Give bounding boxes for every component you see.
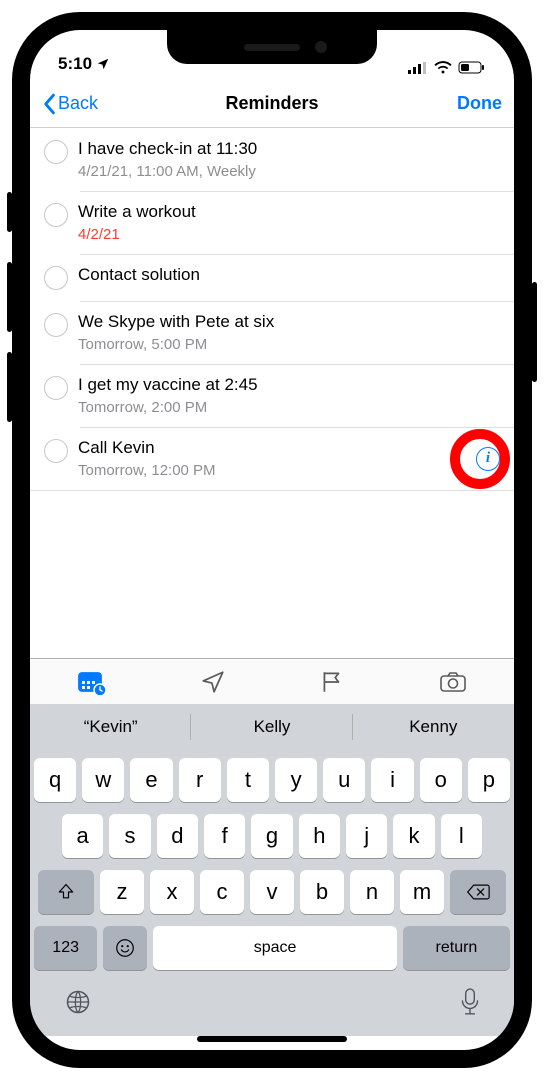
reminder-row[interactable]: I get my vaccine at 2:45 Tomorrow, 2:00 …: [30, 364, 514, 427]
key-v[interactable]: v: [250, 870, 294, 914]
shift-key[interactable]: [38, 870, 94, 914]
battery-icon: [458, 61, 486, 74]
key-m[interactable]: m: [400, 870, 444, 914]
key-w[interactable]: w: [82, 758, 124, 802]
notch: [167, 30, 377, 64]
reminder-row[interactable]: Call Kevin Tomorrow, 12:00 PM i: [30, 427, 514, 490]
cellular-signal-icon: [408, 62, 428, 74]
shift-icon: [56, 882, 76, 902]
backspace-icon: [466, 883, 490, 901]
reminder-subtitle: Tomorrow, 5:00 PM: [78, 336, 500, 353]
key-y[interactable]: y: [275, 758, 317, 802]
numbers-key[interactable]: 123: [34, 926, 97, 970]
suggestion[interactable]: Kenny: [353, 704, 514, 750]
complete-toggle[interactable]: [44, 140, 68, 164]
key-j[interactable]: j: [346, 814, 387, 858]
volume-down-button: [7, 352, 12, 422]
key-x[interactable]: x: [150, 870, 194, 914]
nav-bar: Back Reminders Done: [30, 80, 514, 128]
reminder-subtitle: Tomorrow, 12:00 PM: [78, 462, 466, 479]
key-o[interactable]: o: [420, 758, 462, 802]
chevron-left-icon: [42, 93, 56, 115]
reminder-title: I have check-in at 11:30: [78, 139, 500, 159]
location-arrow-icon: [96, 57, 110, 71]
page-title: Reminders: [30, 93, 514, 114]
flag-icon[interactable]: [319, 669, 345, 695]
key-p[interactable]: p: [468, 758, 510, 802]
reminder-subtitle: Tomorrow, 2:00 PM: [78, 399, 500, 416]
key-f[interactable]: f: [204, 814, 245, 858]
complete-toggle[interactable]: [44, 203, 68, 227]
reminder-title: Write a workout: [78, 202, 500, 222]
key-r[interactable]: r: [179, 758, 221, 802]
back-label: Back: [58, 93, 98, 114]
phone-frame: 5:10 Back Reminders Done: [12, 12, 532, 1068]
key-s[interactable]: s: [109, 814, 150, 858]
key-t[interactable]: t: [227, 758, 269, 802]
power-button: [532, 282, 537, 382]
info-button[interactable]: i: [476, 447, 500, 471]
reminder-row[interactable]: Contact solution: [30, 254, 514, 301]
key-z[interactable]: z: [100, 870, 144, 914]
globe-icon[interactable]: [64, 988, 92, 1016]
reminder-title: I get my vaccine at 2:45: [78, 375, 500, 395]
wifi-icon: [434, 61, 452, 74]
key-a[interactable]: a: [62, 814, 103, 858]
reminders-list: I have check-in at 11:30 4/21/21, 11:00 …: [30, 128, 514, 658]
volume-up-button: [7, 262, 12, 332]
key-d[interactable]: d: [157, 814, 198, 858]
dictation-icon[interactable]: [460, 988, 480, 1016]
mute-switch: [7, 192, 12, 232]
calendar-icon[interactable]: [77, 669, 107, 695]
camera-icon[interactable]: [438, 669, 468, 695]
emoji-icon: [114, 937, 136, 959]
return-key[interactable]: return: [403, 926, 510, 970]
key-n[interactable]: n: [350, 870, 394, 914]
complete-toggle[interactable]: [44, 266, 68, 290]
reminder-subtitle: 4/21/21, 11:00 AM, Weekly: [78, 163, 500, 180]
key-q[interactable]: q: [34, 758, 76, 802]
location-icon[interactable]: [200, 669, 226, 695]
suggestion[interactable]: Kelly: [191, 704, 352, 750]
suggestion-bar: “Kevin” Kelly Kenny: [30, 704, 514, 750]
space-key[interactable]: space: [153, 926, 397, 970]
key-h[interactable]: h: [299, 814, 340, 858]
screen: 5:10 Back Reminders Done: [30, 30, 514, 1050]
reminder-toolbar: [30, 658, 514, 704]
emoji-key[interactable]: [103, 926, 147, 970]
complete-toggle[interactable]: [44, 313, 68, 337]
back-button[interactable]: Back: [42, 93, 98, 115]
reminder-row[interactable]: We Skype with Pete at six Tomorrow, 5:00…: [30, 301, 514, 364]
key-k[interactable]: k: [393, 814, 434, 858]
key-u[interactable]: u: [323, 758, 365, 802]
key-c[interactable]: c: [200, 870, 244, 914]
key-i[interactable]: i: [371, 758, 413, 802]
key-g[interactable]: g: [251, 814, 292, 858]
home-indicator[interactable]: [197, 1036, 347, 1042]
key-b[interactable]: b: [300, 870, 344, 914]
reminder-row[interactable]: Write a workout 4/2/21: [30, 191, 514, 254]
key-l[interactable]: l: [441, 814, 482, 858]
reminder-row[interactable]: I have check-in at 11:30 4/21/21, 11:00 …: [30, 128, 514, 191]
suggestion[interactable]: “Kevin”: [30, 704, 191, 750]
complete-toggle[interactable]: [44, 439, 68, 463]
reminder-title: We Skype with Pete at six: [78, 312, 500, 332]
reminder-title: Contact solution: [78, 265, 500, 285]
key-e[interactable]: e: [130, 758, 172, 802]
status-time: 5:10: [58, 54, 92, 74]
reminder-subtitle: 4/2/21: [78, 226, 500, 243]
backspace-key[interactable]: [450, 870, 506, 914]
keyboard: q w e r t y u i o p a s d f g h j k: [30, 750, 514, 1036]
reminder-title: Call Kevin: [78, 438, 466, 458]
done-button[interactable]: Done: [457, 93, 502, 114]
complete-toggle[interactable]: [44, 376, 68, 400]
